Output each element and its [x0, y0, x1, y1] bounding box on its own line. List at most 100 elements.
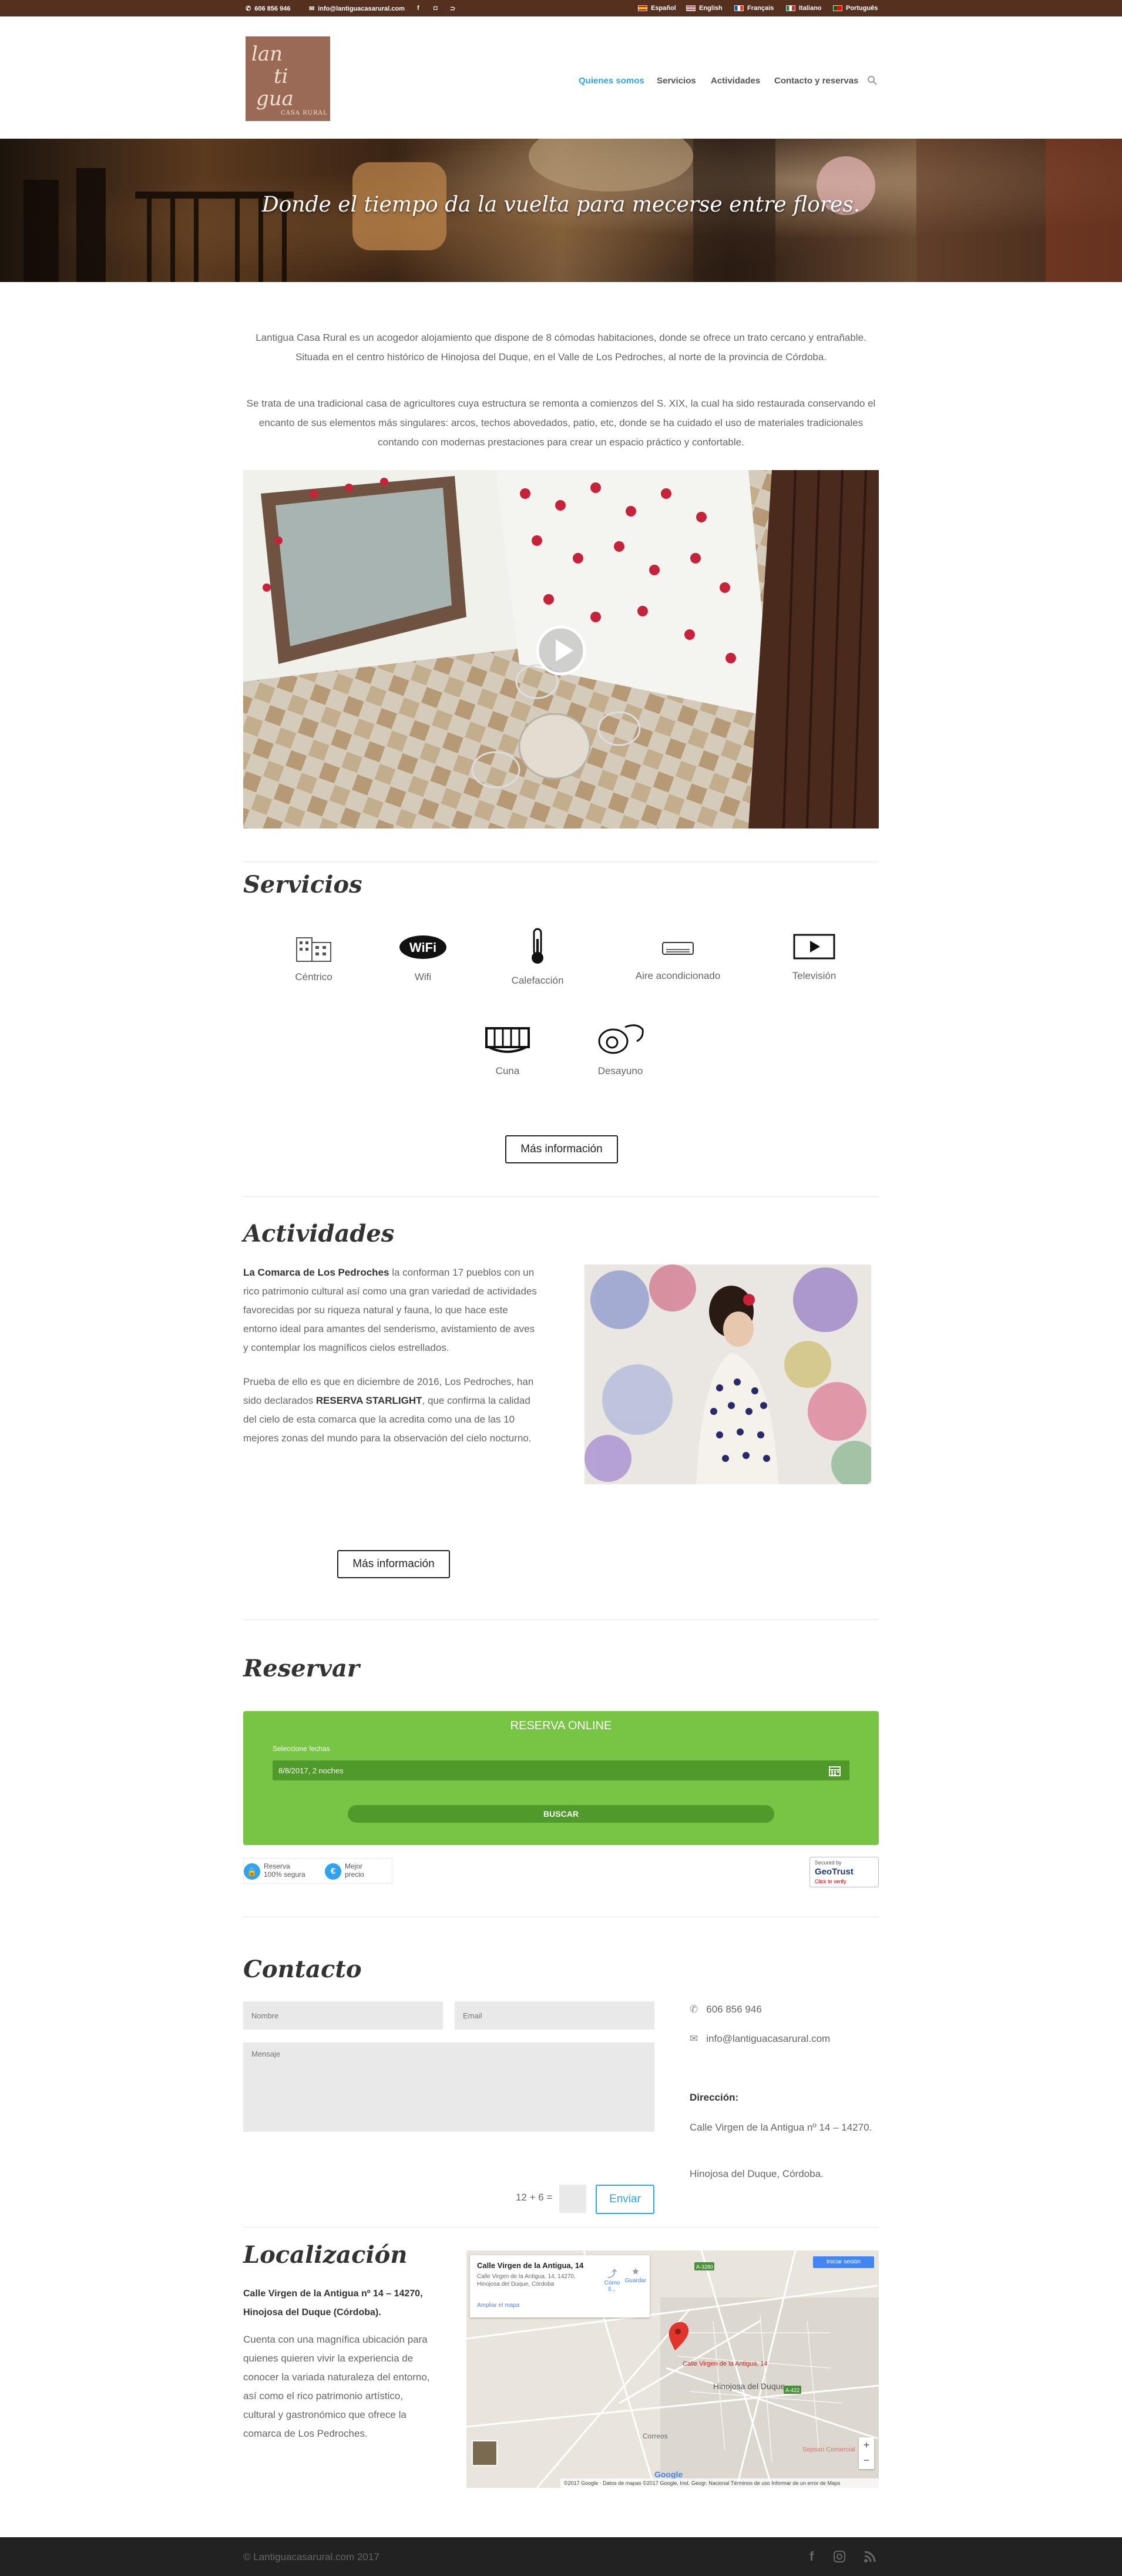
lang-es[interactable]: Español — [638, 5, 676, 12]
geotrust-line-3: Click to verify — [815, 1879, 846, 1884]
address-label: Dirección: — [690, 2092, 739, 2103]
site-logo[interactable]: lan ti gua CASA RURAL — [246, 36, 330, 121]
actividades-text: La Comarca de Los Pedroches la conforman… — [243, 1263, 542, 1448]
flag-it-icon — [786, 5, 795, 11]
footer-facebook-icon[interactable]: f — [809, 2549, 814, 2564]
search-icon[interactable] — [867, 75, 878, 86]
contacto-title: Contacto — [243, 1956, 362, 1983]
email-contact[interactable]: ✉ info@lantiguacasarural.com — [309, 5, 405, 13]
logo-line-2: ti — [274, 65, 288, 88]
actividades-title: Actividades — [243, 1220, 395, 1247]
servicios-more-info-button[interactable]: Más información — [505, 1135, 618, 1163]
map-directions-button[interactable]: ⤴ Cómo ll... — [600, 2266, 624, 2293]
map-town-label: Hinojosa del Duque — [713, 2382, 785, 2391]
logo-tagline: CASA RURAL — [281, 110, 328, 116]
map-enlarge-link[interactable]: Ampliar el mapa — [477, 2302, 519, 2309]
map-info-card: Calle Virgen de la Antigua, 14 Calle Vir… — [470, 2255, 650, 2317]
google-logo: Google — [654, 2470, 683, 2479]
zoom-out-icon[interactable]: − — [859, 2453, 874, 2468]
phone-icon: ✆ — [246, 5, 251, 12]
rss-icon[interactable]: ⊃ — [450, 5, 455, 12]
star-icon: ★ — [631, 2267, 640, 2277]
localizacion-title: Localización — [243, 2241, 408, 2269]
email-field[interactable] — [455, 2001, 654, 2030]
send-button[interactable]: Enviar — [596, 2185, 654, 2214]
google-map[interactable]: Calle Virgen de la Antigua, 14 Hinojosa … — [466, 2250, 879, 2488]
service-label: Cuna — [495, 1065, 520, 1076]
nav-actividades[interactable]: Actividades — [711, 76, 760, 86]
service-label: Aire acondicionado — [635, 970, 721, 981]
flamenco-illustration — [584, 1264, 871, 1484]
contact-phone-text: 606 856 946 — [706, 2004, 762, 2015]
geotrust-line-1: Secured by — [815, 1860, 842, 1866]
site-header: lan ti gua CASA RURAL Quienes somos Serv… — [0, 16, 1122, 139]
service-television: Televisión — [761, 933, 867, 982]
reservar-title: Reservar — [243, 1655, 360, 1682]
secure-badge-line-2: 100% segura — [264, 1870, 305, 1879]
secure-badge-line-1: Reserva — [264, 1862, 290, 1870]
play-icon[interactable] — [535, 624, 587, 677]
nav-contacto-reservas[interactable]: Contacto y reservas — [774, 76, 858, 86]
service-centrico: Céntrico — [261, 932, 367, 983]
map-directions-label: Cómo ll... — [604, 2280, 620, 2293]
footer-instagram-icon[interactable] — [833, 2550, 846, 2563]
footer-rss-icon[interactable] — [864, 2550, 876, 2563]
tv-icon — [793, 934, 835, 960]
booking-badges: 🔒 Reserva 100% segura € Mejor precio — [243, 1858, 392, 1884]
instagram-icon[interactable]: ◘ — [434, 5, 438, 12]
actividades-paragraph-2: Prueba de ello es que en diciembre de 20… — [243, 1373, 542, 1448]
breakfast-icon — [598, 1024, 644, 1054]
contact-phone[interactable]: ✆ 606 856 946 — [690, 2004, 762, 2015]
address-line: Calle Virgen de la Antigua nº 14 – 14270… — [690, 2122, 872, 2133]
nav-quienes-somos[interactable]: Quienes somos — [579, 76, 644, 86]
map-signin-button[interactable]: Iniciar sesión — [813, 2256, 874, 2268]
phone-icon: ✆ — [690, 2004, 698, 2015]
flamenco-photo — [584, 1264, 871, 1484]
contact-email[interactable]: ✉ info@lantiguacasarural.com — [690, 2033, 830, 2045]
lang-it[interactable]: Italiano — [786, 5, 822, 12]
divider — [243, 1619, 879, 1620]
lang-pt-label: Português — [846, 5, 878, 12]
divider — [243, 2227, 879, 2228]
lang-en[interactable]: English — [686, 5, 723, 12]
lang-en-label: English — [699, 5, 723, 12]
intro-paragraph-2: Se trata de una tradicional casa de agri… — [246, 398, 876, 448]
service-calefaccion: Calefacción — [485, 927, 590, 987]
dates-input[interactable]: 8/8/2017, 2 noches — [273, 1760, 849, 1780]
map-save-label: Guardar — [624, 2278, 647, 2284]
nav-servicios[interactable]: Servicios — [657, 76, 696, 86]
map-correos-label: Correos — [643, 2432, 668, 2440]
map-road-2: A-422 — [785, 2387, 799, 2393]
lang-es-label: Español — [651, 5, 676, 12]
facebook-icon[interactable]: f — [417, 5, 419, 12]
actividades-more-info-button[interactable]: Más información — [337, 1550, 450, 1578]
phone-contact[interactable]: ✆ 606 856 946 — [246, 5, 290, 13]
map-save-button[interactable]: ★ Guardar — [624, 2266, 647, 2284]
city-line: Hinojosa del Duque, Córdoba. — [690, 2168, 824, 2179]
service-label: Calefacción — [511, 975, 564, 986]
message-field[interactable] — [243, 2042, 654, 2132]
service-aire-acondicionado: Aire acondicionado — [625, 938, 731, 982]
servicios-title: Servicios — [243, 871, 362, 898]
service-wifi: WiFi Wifi — [370, 932, 476, 983]
secure-badge-text: Reserva 100% segura — [264, 1862, 305, 1879]
search-booking-button[interactable]: BUSCAR — [348, 1805, 774, 1823]
lang-fr[interactable]: Français — [734, 5, 774, 12]
site-footer: © Lantiguacasarural.com 2017 f — [0, 2537, 1122, 2576]
svg-text:WiFi: WiFi — [409, 940, 436, 955]
top-bar: ✆ 606 856 946 ✉ info@lantiguacasarural.c… — [0, 0, 1122, 16]
geotrust-seal[interactable]: Secured by GeoTrust Click to verify — [809, 1857, 879, 1887]
calendar-icon[interactable] — [828, 1765, 841, 1776]
captcha-field[interactable] — [559, 2185, 586, 2213]
service-label: Desayuno — [597, 1065, 643, 1076]
dates-value: 8/8/2017, 2 noches — [278, 1766, 344, 1775]
lang-it-label: Italiano — [799, 5, 822, 12]
name-field[interactable] — [243, 2001, 443, 2030]
actividades-p1-rest: la conforman 17 pueblos con un rico patr… — [243, 1267, 537, 1353]
video-player[interactable] — [243, 470, 879, 829]
logo-line-3: gua — [256, 87, 294, 110]
captcha-question: 12 + 6 = — [516, 2192, 553, 2203]
zoom-in-icon[interactable]: + — [859, 2437, 874, 2453]
localizacion-text: Cuenta con una magnífica ubicación para … — [243, 2334, 430, 2439]
lang-pt[interactable]: Português — [833, 5, 878, 12]
